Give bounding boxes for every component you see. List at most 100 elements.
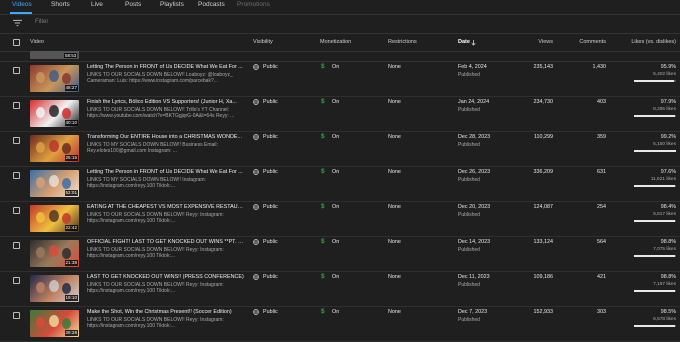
- tab-shorts[interactable]: Shorts: [51, 1, 70, 8]
- monetization-value[interactable]: On: [332, 309, 339, 315]
- thumbnail-figure: [49, 140, 59, 152]
- table-row[interactable]: 28:28 Make the Shot, Win the Christmas Pr…: [0, 306, 680, 342]
- video-description: LINKS TO OUR SOCIALS DOWN BELOW!! Reyy: …: [87, 247, 224, 259]
- video-thumbnail[interactable]: 25:15: [30, 135, 79, 162]
- table-row[interactable]: 48:27 Letting The Person in FRONT of Us D…: [0, 61, 680, 97]
- row-checkbox[interactable]: [13, 312, 20, 319]
- video-thumbnail[interactable]: 22:42: [30, 205, 79, 232]
- sort-down-arrow-icon[interactable]: [471, 40, 476, 46]
- publish-status: Published: [458, 247, 480, 253]
- video-duration: 19:10: [64, 295, 78, 301]
- video-title[interactable]: LAST TO GET KNOCKED OUT WINS!! (PRESS CO…: [87, 274, 245, 280]
- tab-playlists[interactable]: Playlists: [160, 1, 184, 8]
- column-likes[interactable]: Likes (vs. dislikes): [631, 39, 676, 45]
- video-thumbnail[interactable]: 40:10: [30, 100, 79, 127]
- visibility-value[interactable]: Public: [263, 134, 278, 140]
- video-title[interactable]: Letting The Person in FRONT of Us DECIDE…: [87, 169, 245, 175]
- video-title[interactable]: Make the Shot, Win the Christmas Present…: [87, 309, 245, 315]
- tab-live[interactable]: Live: [91, 1, 103, 8]
- comments-value[interactable]: 359: [597, 134, 606, 140]
- column-date[interactable]: Date: [458, 39, 470, 45]
- video-title[interactable]: Finish the Lyrics, Bólico Edition VS Sup…: [87, 99, 245, 105]
- like-ratio-fill: [634, 325, 676, 327]
- video-title[interactable]: Transforming Our ENTIRE House into a CHR…: [87, 134, 245, 140]
- comments-value[interactable]: 631: [597, 169, 606, 175]
- column-visibility[interactable]: Visibility: [253, 39, 273, 45]
- publish-status: Published: [458, 282, 480, 288]
- row-checkbox[interactable]: [13, 277, 20, 284]
- table-row[interactable]: 52:01 Letting The Person in FRONT of Us D…: [0, 166, 680, 202]
- thumbnail-figure: [49, 280, 59, 292]
- thumbnail-figure: [49, 210, 59, 222]
- row-checkbox[interactable]: [13, 172, 20, 179]
- like-percentage: 98.5%: [660, 309, 676, 315]
- visibility-value[interactable]: Public: [263, 169, 278, 175]
- like-ratio-bar: [634, 290, 676, 292]
- tab-posts[interactable]: Posts: [125, 1, 141, 8]
- select-all-checkbox[interactable]: [13, 39, 20, 46]
- tab-podcasts[interactable]: Podcasts: [198, 1, 225, 8]
- video-thumbnail[interactable]: 28:28: [30, 310, 79, 337]
- monetization-value[interactable]: On: [332, 239, 339, 245]
- row-checkbox[interactable]: [13, 102, 20, 109]
- filter-input[interactable]: Filter: [35, 19, 48, 25]
- video-thumbnail[interactable]: 48:27: [30, 65, 79, 92]
- visibility-value[interactable]: Public: [263, 99, 278, 105]
- restrictions-value: None: [388, 169, 401, 175]
- column-restrictions[interactable]: Restrictions: [388, 39, 417, 45]
- visibility-value[interactable]: Public: [263, 309, 278, 315]
- table-row[interactable]: 25:15 Transforming Our ENTIRE House into …: [0, 131, 680, 167]
- video-thumbnail[interactable]: 52:01: [30, 170, 79, 197]
- row-checkbox[interactable]: [13, 67, 20, 74]
- visibility-value[interactable]: Public: [263, 204, 278, 210]
- tab-videos[interactable]: Videos: [12, 1, 32, 8]
- tab-promotions[interactable]: Promotions: [237, 1, 270, 8]
- visibility-value[interactable]: Public: [263, 274, 278, 280]
- restrictions-value: None: [388, 99, 401, 105]
- video-duration: 48:27: [64, 85, 78, 91]
- comments-value[interactable]: 254: [597, 204, 606, 210]
- row-checkbox[interactable]: [13, 207, 20, 214]
- row-checkbox[interactable]: [13, 137, 20, 144]
- video-thumbnail[interactable]: 21:38: [30, 240, 79, 267]
- row-checkbox[interactable]: [13, 242, 20, 249]
- publish-status: Published: [458, 107, 480, 113]
- table-row[interactable]: 19:10 LAST TO GET KNOCKED OUT WINS!! (PRE…: [0, 271, 680, 307]
- like-ratio-bar: [634, 150, 676, 152]
- like-ratio-fill: [634, 255, 676, 257]
- publish-status: Published: [458, 142, 480, 148]
- table-row[interactable]: 21:38 OFFICIAL FIGHT! LAST TO GET KNOCKED…: [0, 236, 680, 272]
- thumbnail-figure: [49, 105, 59, 117]
- video-title[interactable]: Letting The Person in FRONT of Us DECIDE…: [87, 64, 245, 70]
- video-title[interactable]: EATING AT THE CHEAPEST VS MOST EXPENSIVE…: [87, 204, 245, 210]
- comments-value[interactable]: 403: [597, 99, 606, 105]
- filter-icon[interactable]: [13, 19, 22, 27]
- column-comments[interactable]: Comments: [579, 39, 606, 45]
- column-monetization[interactable]: Monetization: [320, 39, 351, 45]
- table-row[interactable]: 22:42 EATING AT THE CHEAPEST VS MOST EXPE…: [0, 201, 680, 237]
- filter-bar[interactable]: Filter: [0, 14, 680, 34]
- monetization-value[interactable]: On: [332, 204, 339, 210]
- monetization-value[interactable]: On: [332, 274, 339, 280]
- publish-status: Published: [458, 212, 480, 218]
- column-views[interactable]: Views: [538, 39, 553, 45]
- monetization-value[interactable]: On: [332, 99, 339, 105]
- comments-value[interactable]: 564: [597, 239, 606, 245]
- thumbnail-figure: [62, 73, 71, 84]
- monetization-value[interactable]: On: [332, 169, 339, 175]
- comments-value[interactable]: 303: [597, 309, 606, 315]
- date-value: Feb 4, 2024: [458, 64, 487, 70]
- likes-count: 11,621 likes: [650, 177, 676, 182]
- views-value: 336,209: [533, 169, 554, 175]
- table-row[interactable]: 40:10 Finish the Lyrics, Bólico Edition V…: [0, 96, 680, 132]
- visibility-value[interactable]: Public: [263, 64, 278, 70]
- comments-value[interactable]: 1,430: [593, 64, 607, 70]
- visibility-value[interactable]: Public: [263, 239, 278, 245]
- tab-bar: Videos Shorts Live Posts Playlists Podca…: [0, 0, 680, 15]
- comments-value[interactable]: 421: [597, 274, 606, 280]
- monetization-value[interactable]: On: [332, 64, 339, 70]
- video-title[interactable]: OFFICIAL FIGHT! LAST TO GET KNOCKED OUT …: [87, 239, 245, 245]
- monetization-value[interactable]: On: [332, 134, 339, 140]
- views-value: 234,730: [533, 99, 554, 105]
- video-thumbnail[interactable]: 19:10: [30, 275, 79, 302]
